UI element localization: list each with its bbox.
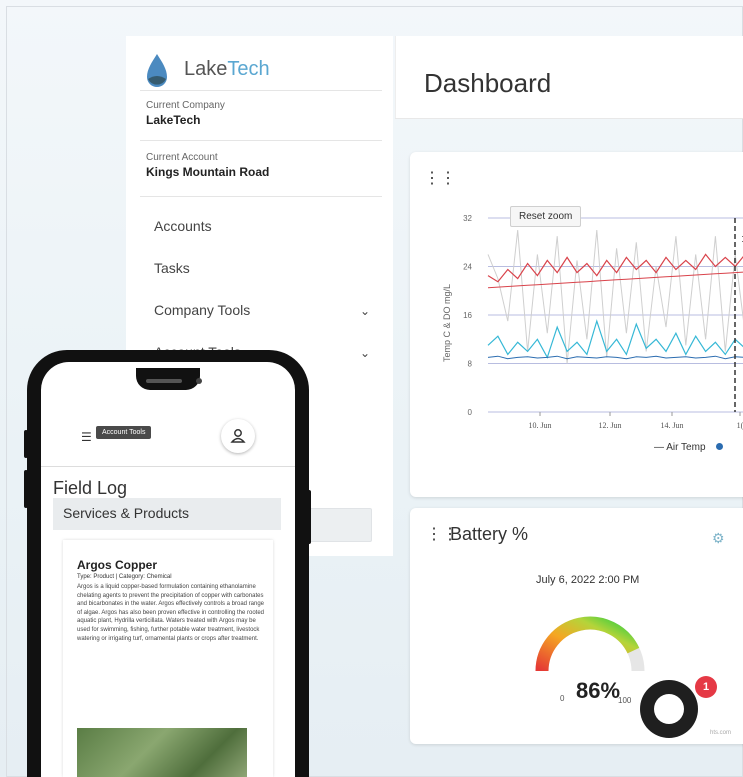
chart-legend[interactable]: — Air Temp: [654, 442, 723, 453]
user-icon: [230, 429, 246, 443]
series-line-air-temp: [487, 230, 743, 364]
lake-drop-logo-icon: [147, 54, 167, 87]
divider: [140, 90, 382, 91]
product-name: Argos Copper: [77, 558, 158, 572]
product-type: Type: Product | Category: Chemical: [77, 574, 172, 580]
account-tools-button[interactable]: Account Tools: [96, 426, 152, 439]
sidebar-item-company-tools[interactable]: Company Tools ⌄: [154, 302, 370, 318]
sidebar-item-accounts[interactable]: Accounts: [154, 218, 370, 234]
battery-value: 86%: [576, 678, 621, 703]
current-account[interactable]: Current Account Kings Mountain Road: [146, 152, 269, 179]
series-line-blue: [487, 355, 743, 360]
x-tick-label: 1(: [737, 421, 743, 430]
sensor-line-chart[interactable]: 0 8 16 24 32 Temp C & DO mg/L 10. Jun 12. Jun 14…: [410, 152, 743, 452]
reset-zoom-button[interactable]: Reset zoom: [510, 206, 582, 227]
divider: [140, 196, 382, 197]
phone-screen: ☰ Account Tools Field Log Services & Pro…: [41, 362, 295, 777]
product-card[interactable]: Argos Copper Type: Product | Category: C…: [63, 540, 273, 777]
legend-dot-icon: [715, 443, 723, 450]
gauge-max-label: 100: [618, 696, 632, 705]
y-tick-label: 16: [463, 311, 472, 320]
x-tick-label: 12. Jun: [598, 421, 621, 430]
divider: [395, 118, 743, 119]
sensor-chart-card: ⋮⋮ 0 8 16 24 32 Temp C & DO mg/L 10. Jun 12. Ju…: [410, 152, 743, 497]
x-tick-label: 14. Jun: [660, 421, 683, 430]
legend-item-air-temp: Air Temp: [666, 442, 706, 453]
chevron-down-icon: ⌄: [359, 304, 370, 318]
sidebar-item-tasks[interactable]: Tasks: [154, 260, 370, 276]
y-axis-label: Temp C & DO mg/L: [442, 284, 452, 362]
notification-badge: 1: [695, 676, 717, 698]
page-title: Dashboard: [424, 68, 552, 98]
divider: [41, 466, 295, 467]
series-line-red-2: [487, 271, 743, 289]
chevron-down-icon: ⌄: [359, 346, 370, 360]
divider: [140, 140, 382, 141]
chat-icon: [654, 694, 684, 724]
x-tick-label: 10. Jun: [528, 421, 551, 430]
phone-camera: [196, 378, 202, 384]
y-tick-label: 24: [463, 263, 472, 272]
gauge-min-label: 0: [560, 694, 565, 703]
user-profile-button[interactable]: [221, 419, 255, 453]
legend-air-temp-line: —: [654, 442, 667, 453]
phone-speaker: [146, 379, 182, 383]
brand-name: LakeTech: [184, 58, 270, 80]
y-tick-label: 0: [468, 408, 473, 417]
chart-credit: hts.com: [710, 730, 732, 736]
main-header: Dashboard: [395, 36, 743, 118]
gauge-fill: [535, 616, 640, 672]
field-log-title: Field Log: [53, 478, 128, 498]
phone-mockup: ☰ Account Tools Field Log Services & Pro…: [27, 350, 309, 777]
current-company: Current Company LakeTech: [146, 100, 225, 127]
tab-services-products[interactable]: Services & Products: [53, 498, 281, 530]
hamburger-menu-icon[interactable]: ☰: [81, 430, 92, 444]
y-tick-label: 8: [468, 360, 473, 369]
product-aerial-photo: [77, 728, 247, 777]
y-tick-label: 32: [463, 214, 472, 223]
chat-launcher-button[interactable]: [640, 680, 698, 738]
product-description: Argos is a liquid copper-based formulati…: [77, 584, 265, 642]
